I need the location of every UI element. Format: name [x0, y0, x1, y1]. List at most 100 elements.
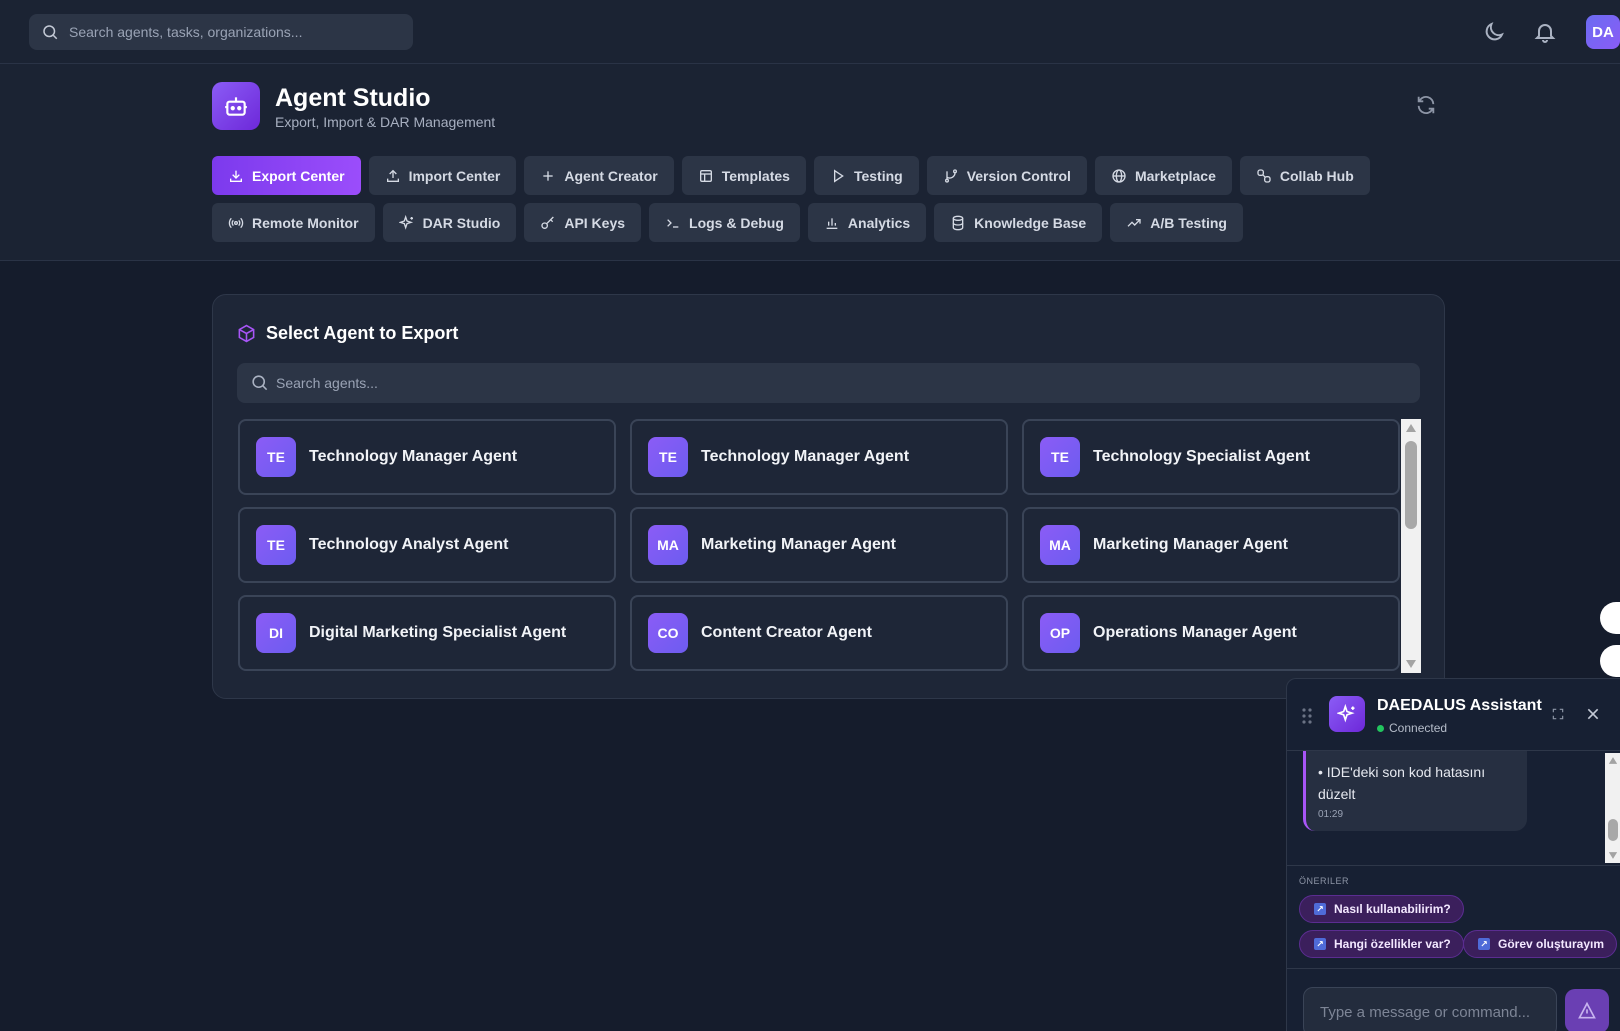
tab-label: DAR Studio [422, 214, 501, 231]
drag-handle-icon[interactable] [1301, 707, 1313, 725]
assistant-title: DAEDALUS Assistant [1377, 697, 1542, 714]
search-icon [252, 375, 268, 391]
agent-card[interactable]: DI Digital Marketing Specialist Agent [238, 595, 616, 671]
tab-logs-debug[interactable]: Logs & Debug [649, 203, 800, 242]
tab-label: Logs & Debug [689, 214, 784, 231]
chat-scrollbar[interactable] [1605, 753, 1620, 863]
tab-knowledge-base[interactable]: Knowledge Base [934, 203, 1103, 242]
agent-card[interactable]: TE Technology Manager Agent [630, 419, 1008, 495]
agent-name: Technology Manager Agent [309, 448, 518, 465]
scrollbar-thumb[interactable] [1405, 441, 1417, 529]
close-icon[interactable] [1585, 706, 1601, 722]
moon-icon[interactable] [1482, 20, 1506, 44]
agent-grid-scrollbar[interactable] [1401, 419, 1421, 673]
export-panel: Select Agent to Export Search agents... … [212, 294, 1445, 699]
avatar[interactable]: DA [1586, 15, 1620, 49]
send-button[interactable] [1565, 989, 1609, 1031]
tab-api-keys[interactable]: API Keys [524, 203, 642, 242]
agent-card[interactable]: MA Marketing Manager Agent [1022, 507, 1400, 583]
suggestion-label: Hangi özellikler var? [1334, 937, 1451, 951]
bot-icon [212, 82, 260, 130]
sparkles-icon [1329, 696, 1365, 732]
arrow-icon: ↗ [1478, 938, 1490, 950]
tab-label: Remote Monitor [252, 214, 359, 231]
tab-label: Import Center [408, 167, 501, 184]
connection-status: Connected [1377, 721, 1447, 735]
panel-title-text: Select Agent to Export [266, 323, 459, 343]
database-icon [952, 215, 964, 230]
trending-up-icon [1127, 218, 1141, 227]
key-icon [541, 216, 555, 229]
agent-initials-badge: OP [1040, 613, 1080, 653]
chat-message-input[interactable]: Type a message or command... [1303, 987, 1557, 1031]
search-icon [43, 25, 58, 40]
scroll-up-icon[interactable] [1608, 756, 1618, 765]
studio-header: Agent Studio Export, Import & DAR Manage… [0, 64, 1620, 261]
tab-testing[interactable]: Testing [813, 156, 919, 195]
bell-icon[interactable] [1533, 20, 1557, 44]
suggestion-chip[interactable]: ↗ Hangi özellikler var? [1299, 930, 1464, 958]
play-icon [833, 168, 844, 183]
agent-card[interactable]: TE Technology Manager Agent [238, 419, 616, 495]
download-icon [230, 170, 242, 182]
agent-card[interactable]: TE Technology Analyst Agent [238, 507, 616, 583]
git-branch-icon [944, 168, 957, 183]
tab-ab-testing[interactable]: A/B Testing [1110, 203, 1243, 242]
tab-marketplace[interactable]: Marketplace [1094, 156, 1232, 195]
tab-label: Analytics [847, 214, 911, 231]
agent-initials-badge: TE [1040, 437, 1080, 477]
tab-import-center[interactable]: Import Center [368, 156, 517, 195]
tab-label: A/B Testing [1150, 214, 1227, 231]
agent-search-input[interactable]: Search agents... [237, 363, 1420, 403]
agent-initials-badge: CO [648, 613, 688, 653]
agent-name: Operations Manager Agent [1093, 624, 1297, 641]
tab-agent-creator[interactable]: Agent Creator [524, 156, 674, 195]
status-text: Connected [1389, 721, 1448, 735]
tab-dar-studio[interactable]: DAR Studio [382, 203, 517, 242]
scrollbar-thumb[interactable] [1608, 819, 1618, 841]
tab-version-control[interactable]: Version Control [926, 156, 1087, 195]
tab-label: Testing [853, 167, 903, 184]
plus-icon [543, 170, 554, 181]
broadcast-icon [228, 217, 244, 228]
tab-label: Collab Hub [1279, 167, 1354, 184]
tab-export-center[interactable]: Export Center [212, 156, 361, 195]
tab-templates[interactable]: Templates [681, 156, 806, 195]
agent-name: Content Creator Agent [701, 624, 872, 641]
tab-bar: Export Center Import Center Agent Creato… [212, 156, 1372, 250]
message-time: 01:29 [1318, 809, 1344, 820]
tab-analytics[interactable]: Analytics [807, 203, 927, 242]
page-title: Agent Studio [275, 84, 431, 112]
scroll-down-icon[interactable] [1608, 851, 1618, 860]
agent-initials-badge: MA [648, 525, 688, 565]
global-search[interactable]: Search agents, tasks, organizations... [29, 14, 413, 50]
agent-search-placeholder: Search agents... [276, 375, 378, 391]
refresh-icon[interactable] [1415, 94, 1437, 116]
arrow-icon: ↗ [1314, 938, 1326, 950]
suggestion-chip[interactable]: ↗ Nasıl kullanabilirim? [1299, 895, 1464, 923]
edge-button[interactable] [1600, 602, 1620, 634]
tab-label: Marketplace [1134, 167, 1216, 184]
link-icon [1257, 168, 1271, 183]
agent-card[interactable]: OP Operations Manager Agent [1022, 595, 1400, 671]
agent-name: Marketing Manager Agent [1093, 536, 1288, 553]
status-dot [1377, 724, 1384, 732]
expand-icon[interactable] [1551, 707, 1565, 721]
bar-chart-icon [826, 217, 838, 229]
agent-initials-badge: TE [256, 525, 296, 565]
agent-name: Technology Analyst Agent [309, 536, 509, 553]
agent-name: Digital Marketing Specialist Agent [309, 624, 567, 641]
panel-title: Select Agent to Export [237, 323, 458, 344]
agent-card[interactable]: CO Content Creator Agent [630, 595, 1008, 671]
agent-card[interactable]: TE Technology Specialist Agent [1022, 419, 1400, 495]
assistant-message: • IDE'deki son kod hatasını düzelt 01:29 [1303, 751, 1527, 831]
scroll-up-icon[interactable] [1405, 423, 1417, 433]
tab-collab-hub[interactable]: Collab Hub [1239, 156, 1370, 195]
agent-card[interactable]: MA Marketing Manager Agent [630, 507, 1008, 583]
tab-remote-monitor[interactable]: Remote Monitor [212, 203, 375, 242]
edge-button[interactable] [1600, 645, 1620, 677]
layout-icon [699, 169, 712, 182]
suggestion-chip[interactable]: ↗ Görev oluşturayım [1463, 930, 1618, 958]
scroll-down-icon[interactable] [1405, 659, 1417, 669]
agent-name: Technology Manager Agent [701, 448, 910, 465]
